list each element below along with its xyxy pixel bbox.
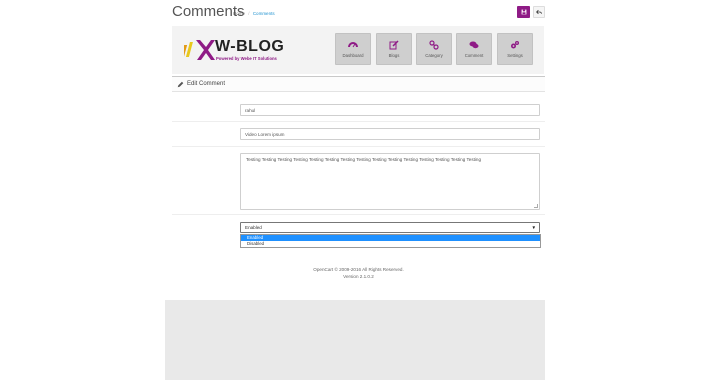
panel-title: Edit Comment (187, 81, 226, 87)
save-icon (521, 9, 526, 15)
nav-category[interactable]: Category (416, 33, 452, 65)
breadcrumb-comments[interactable]: Comments (253, 11, 275, 16)
status-option-disabled[interactable]: Disabled (241, 241, 540, 247)
breadcrumb: Home / Comments (233, 11, 275, 16)
nav-comment[interactable]: Comment (456, 33, 492, 65)
text-textarea[interactable]: Testing Testing Testing Testing Testing … (240, 153, 540, 210)
nav-blogs[interactable]: Blogs (376, 33, 412, 65)
status-select[interactable]: Enabled ▼ (240, 222, 540, 233)
footer-copyright: OpenCart © 2009-2016 All Rights Reserved… (313, 267, 404, 272)
chevron-down-icon: ▼ (531, 225, 536, 230)
post-input[interactable]: Video Lorem ipsum (240, 128, 540, 140)
breadcrumb-separator: / (248, 11, 250, 16)
grey-area (165, 300, 545, 380)
dashboard-icon (348, 42, 358, 48)
nav-label: Blogs (388, 53, 400, 58)
resize-handle[interactable] (534, 204, 538, 208)
text-value: Testing Testing Testing Testing Testing … (246, 157, 482, 162)
nav-dashboard[interactable]: Dashboard (335, 33, 371, 65)
nav-label: Category (425, 53, 443, 58)
status-dropdown[interactable]: Enabled Disabled (240, 234, 541, 248)
save-button[interactable] (517, 6, 530, 18)
pencil-icon (177, 81, 184, 88)
panel-heading: Edit Comment (172, 76, 545, 92)
nav-label: Comment (464, 53, 484, 58)
footer-version: Version 2.1.0.2 (343, 274, 374, 279)
logo-text: W-BLOG (215, 38, 285, 55)
edit-icon (389, 40, 399, 50)
author-input[interactable]: rahul (240, 104, 540, 116)
page: Comments Home / Comments W-BLOG Powered … (0, 0, 710, 380)
nav-settings[interactable]: Settings (497, 33, 533, 65)
nav-label: Settings (507, 53, 523, 58)
back-icon (536, 9, 542, 15)
comments-icon (469, 41, 479, 49)
nav-label: Dashboard (342, 53, 364, 58)
gears-icon (511, 41, 519, 49)
status-selected-value: Enabled (245, 225, 262, 230)
logo-subtitle: Powered by Webe IT Solutions (216, 56, 277, 61)
breadcrumb-home[interactable]: Home (233, 11, 245, 16)
back-button[interactable] (533, 6, 545, 18)
link-icon (429, 40, 439, 50)
